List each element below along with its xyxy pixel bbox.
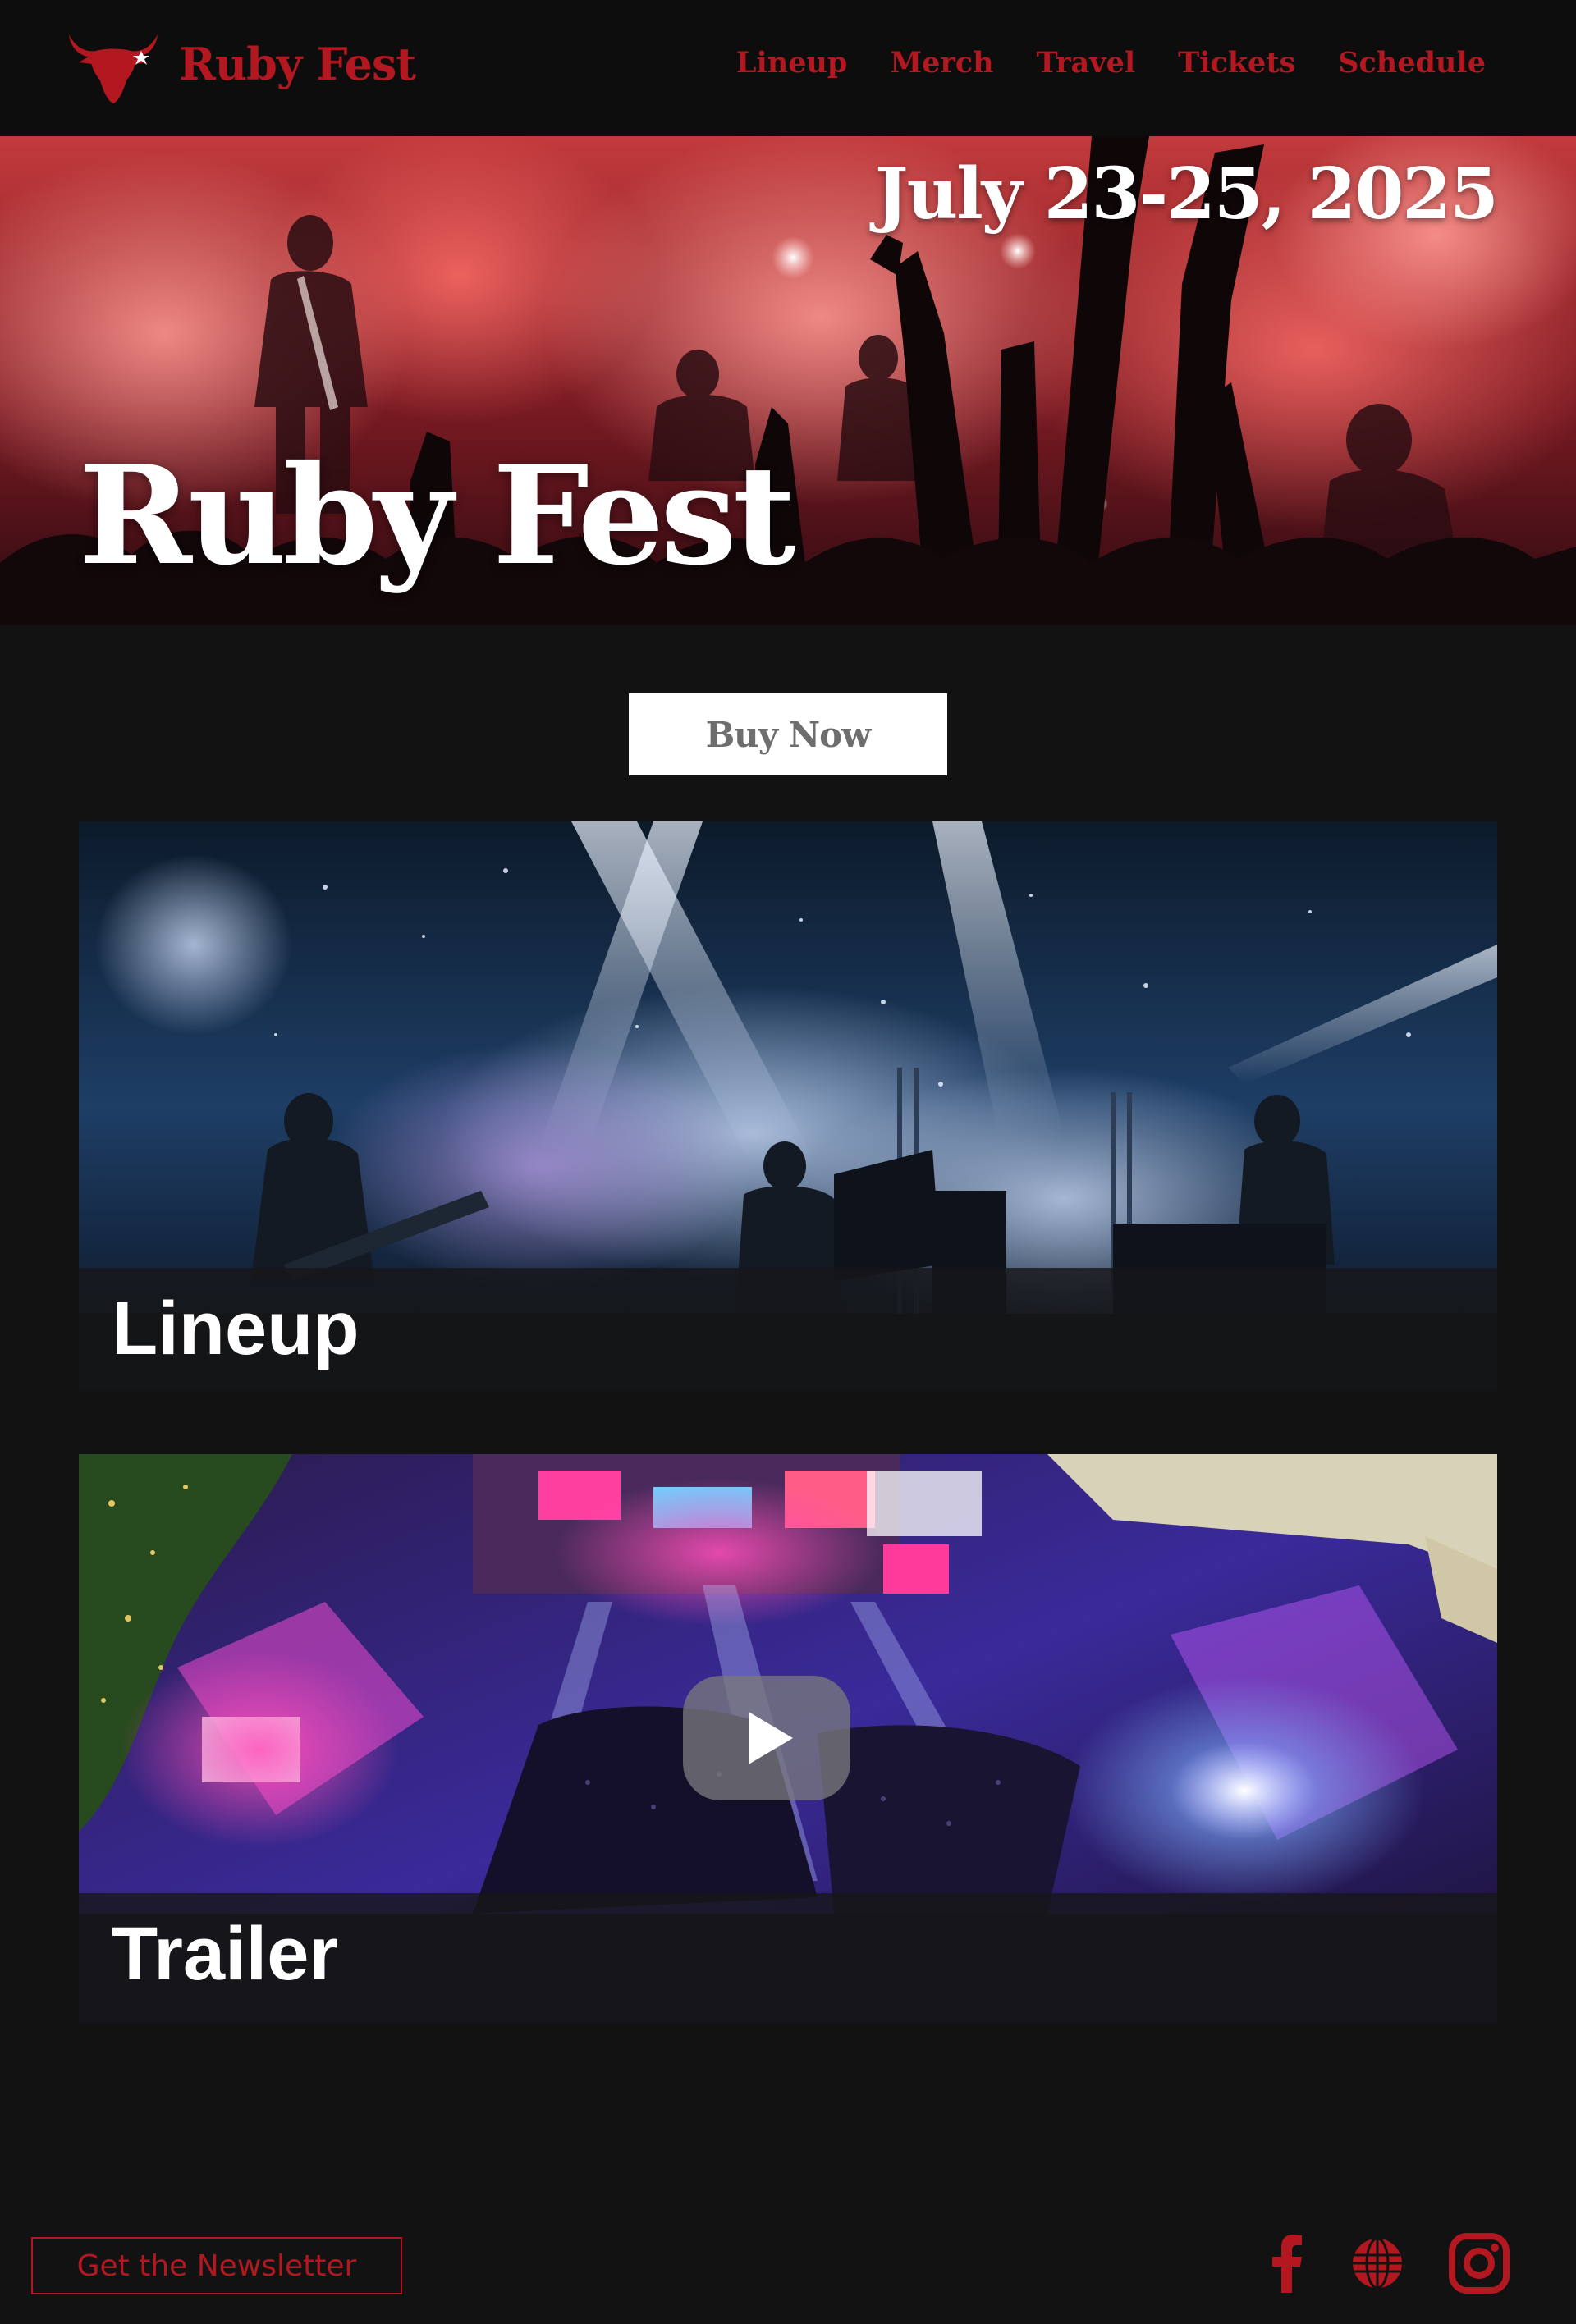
nav-lineup-link[interactable]: Lineup xyxy=(736,46,848,80)
brand-home-link[interactable]: Ruby Fest xyxy=(62,21,416,107)
lineup-card[interactable]: Lineup xyxy=(79,821,1497,1391)
facebook-icon xyxy=(1271,2234,1303,2293)
instagram-link[interactable] xyxy=(1445,2229,1514,2298)
trailer-caption-bar: Trailer xyxy=(79,1893,1497,2024)
facebook-link[interactable] xyxy=(1264,2229,1310,2298)
nav-merch-link[interactable]: Merch xyxy=(890,46,993,80)
bull-head-logo-icon xyxy=(62,23,164,105)
play-icon xyxy=(734,1705,799,1771)
newsletter-signup-button[interactable]: Get the Newsletter xyxy=(31,2237,402,2294)
globe-icon xyxy=(1349,2235,1405,2291)
festival-dates: July 23-25, 2025 xyxy=(874,153,1499,236)
lineup-caption-bar: Lineup xyxy=(79,1268,1497,1391)
nav-tickets-link[interactable]: Tickets xyxy=(1178,46,1295,80)
brand-name: Ruby Fest xyxy=(179,38,416,90)
play-trailer-button[interactable] xyxy=(683,1676,850,1800)
instagram-icon xyxy=(1449,2233,1510,2294)
website-link[interactable] xyxy=(1346,2229,1409,2298)
hero-title: Ruby Fest xyxy=(79,436,795,596)
lineup-card-title: Lineup xyxy=(112,1287,360,1370)
hero-banner: July 23-25, 2025 Ruby Fest xyxy=(0,136,1576,625)
buy-now-button[interactable]: Buy Now xyxy=(629,693,947,775)
main-nav: Lineup Merch Travel Tickets Schedule xyxy=(736,46,1486,80)
trailer-card[interactable]: Trailer xyxy=(79,1454,1497,2024)
nav-schedule-link[interactable]: Schedule xyxy=(1338,46,1486,80)
site-header: Ruby Fest Lineup Merch Travel Tickets Sc… xyxy=(0,0,1576,136)
nav-travel-link[interactable]: Travel xyxy=(1037,46,1136,80)
trailer-card-title: Trailer xyxy=(112,1912,339,1996)
